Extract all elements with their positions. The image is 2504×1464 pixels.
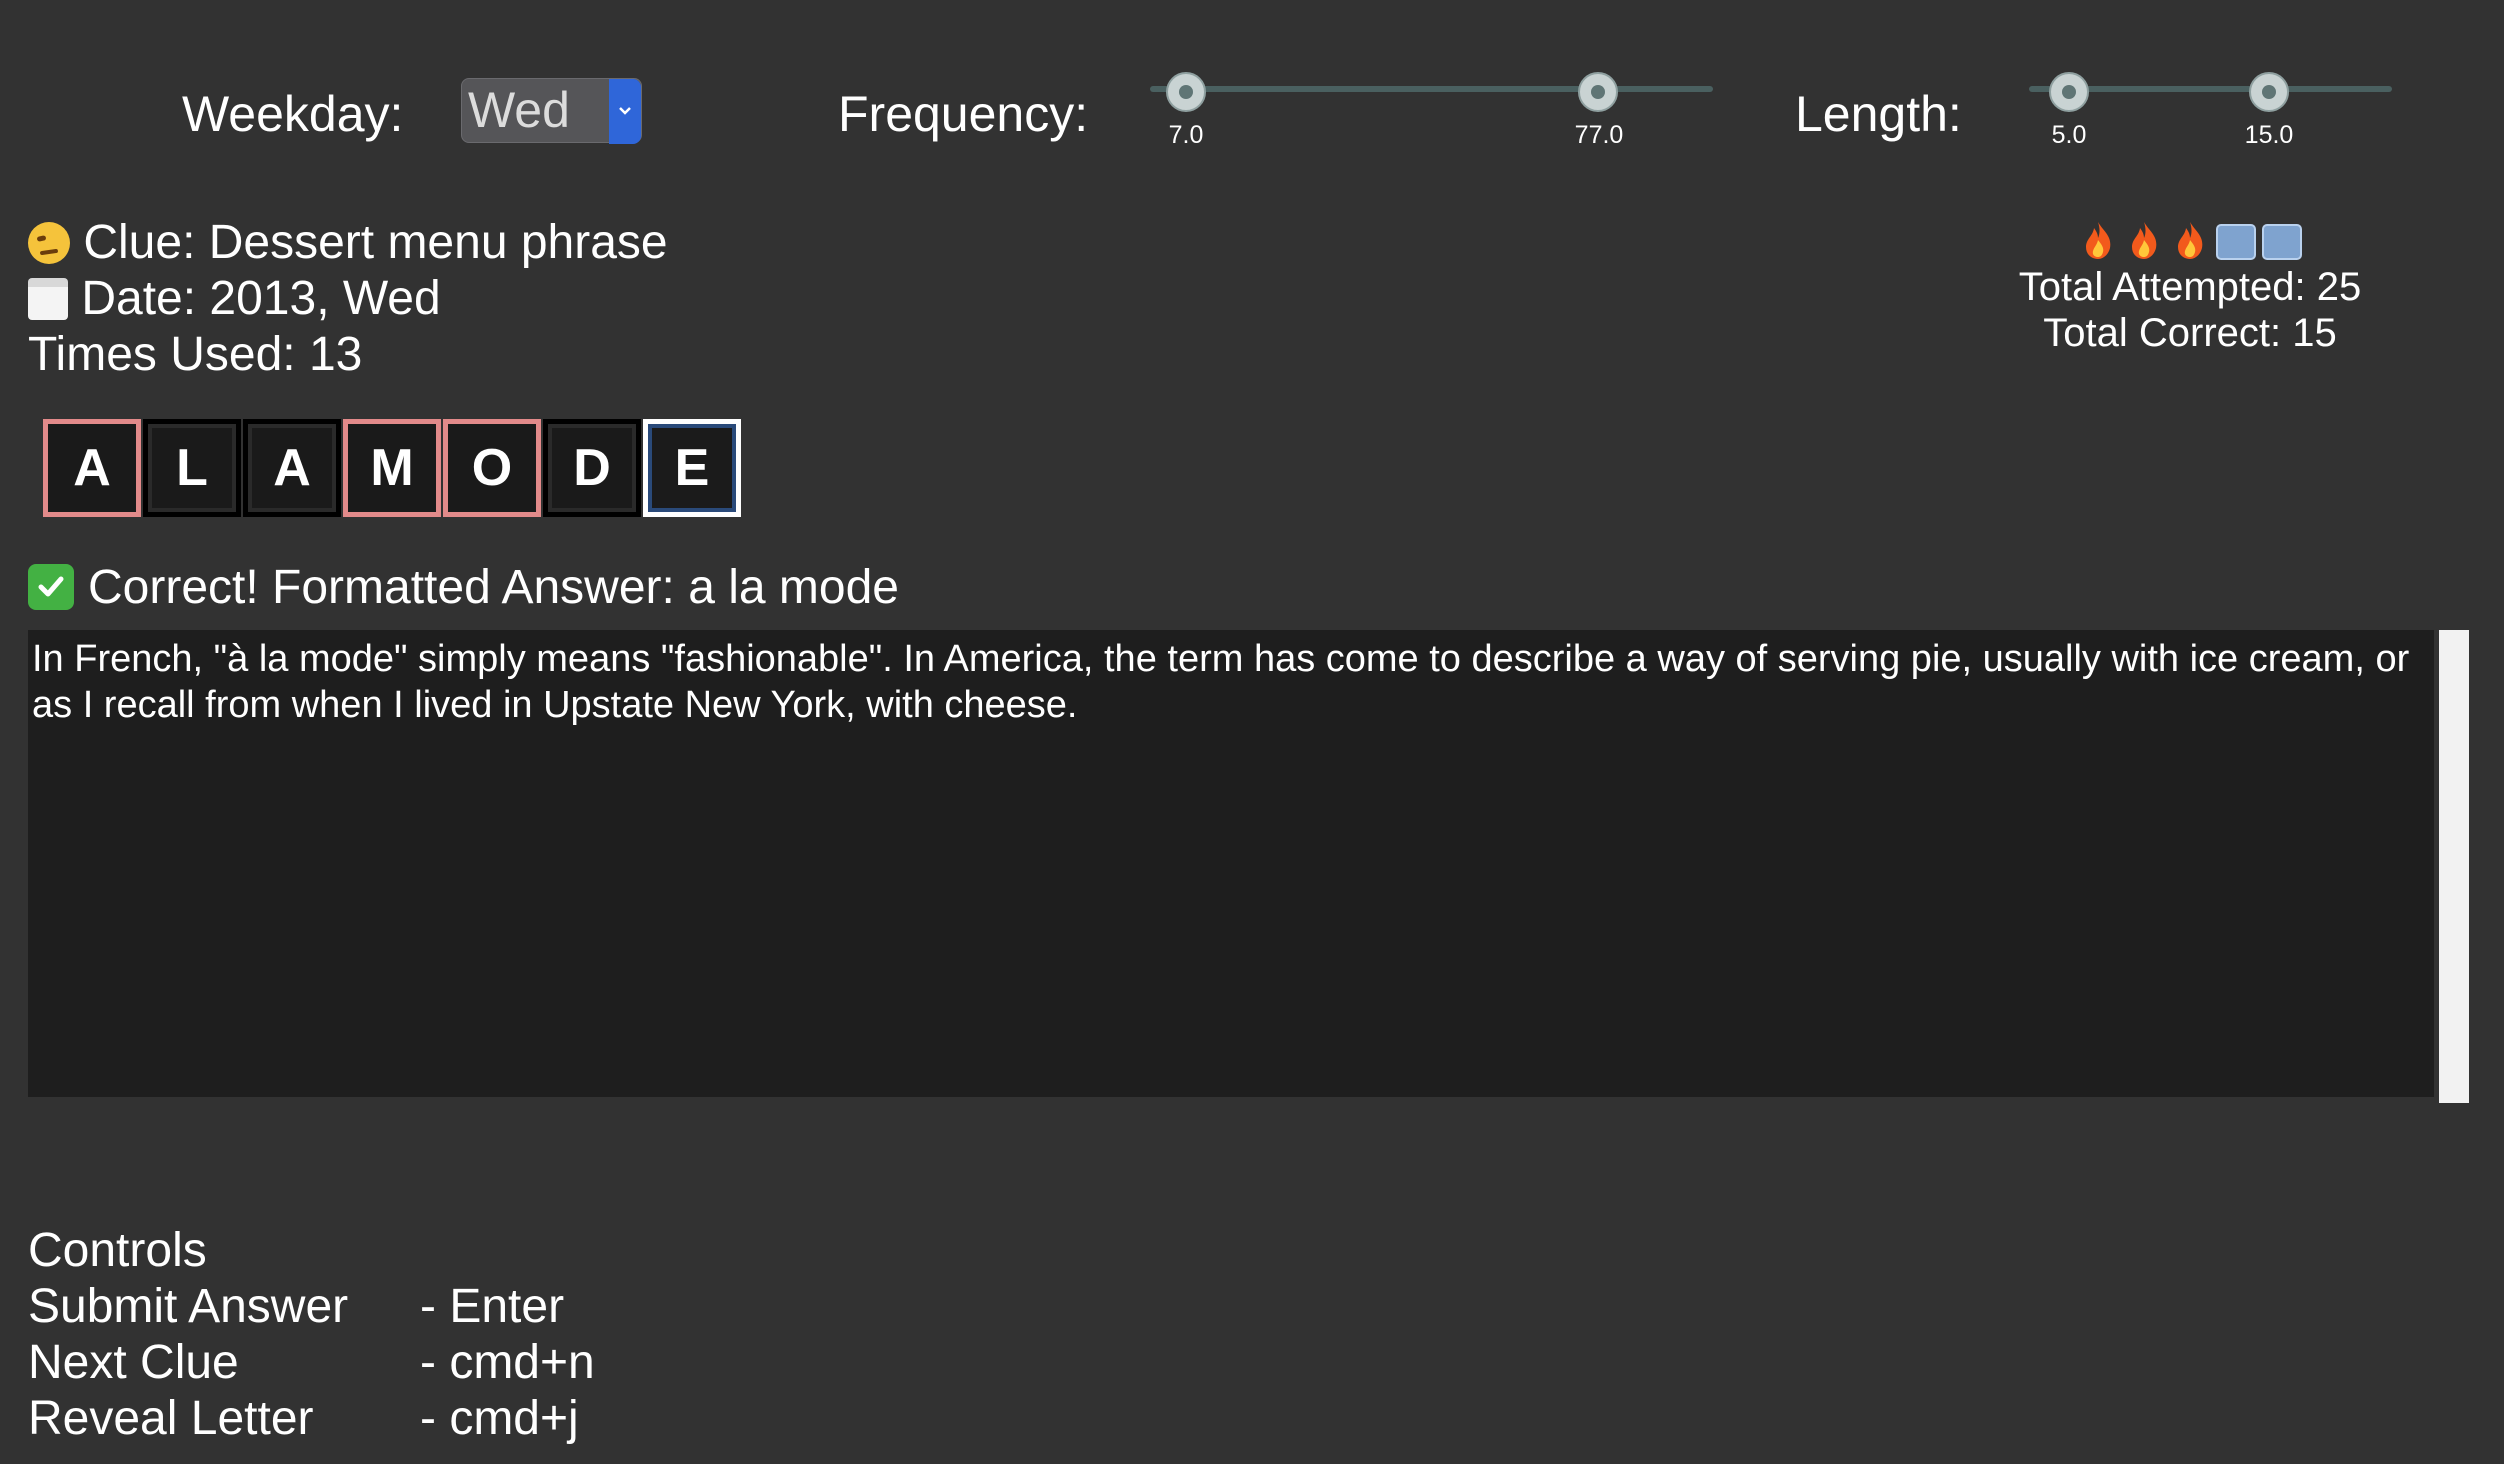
control-action: Reveal Letter <box>28 1392 314 1445</box>
chevron-down-icon[interactable] <box>609 79 641 144</box>
result-line: Correct! Formatted Answer: a la mode <box>28 560 899 616</box>
frequency-slider-track[interactable] <box>1150 86 1713 92</box>
fire-icon <box>2170 220 2210 260</box>
answer-tiles: A L A M O D E <box>43 419 743 517</box>
frequency-min-value: 7.0 <box>1168 121 1204 149</box>
weekday-select[interactable]: Wed <box>461 78 642 144</box>
control-action: Submit Answer <box>28 1280 349 1333</box>
fire-icon <box>2124 220 2164 260</box>
ice-cube-icon <box>2262 224 2302 260</box>
calendar-icon <box>28 278 68 320</box>
explanation-scrollbar[interactable] <box>2439 630 2469 1103</box>
clue-line: Clue: Dessert menu phrase <box>28 215 668 271</box>
frequency-max-value: 77.0 <box>1574 121 1624 149</box>
date-line: Date: 2013, Wed <box>28 271 668 327</box>
letter-tile[interactable]: L <box>143 419 241 517</box>
frequency-range-slider[interactable]: 7.0 77.0 <box>1150 72 1715 152</box>
letter-tile[interactable]: O <box>443 419 541 517</box>
control-key: - cmd+n <box>420 1336 595 1389</box>
weekday-select-value: Wed <box>468 82 570 138</box>
length-range-slider[interactable]: 5.0 15.0 <box>2029 72 2393 152</box>
length-label: Length: <box>1795 86 1962 142</box>
control-key: - cmd+j <box>420 1392 579 1445</box>
streak-indicator <box>2010 220 2370 264</box>
clue-text: Clue: Dessert menu phrase <box>83 216 668 269</box>
total-correct: Total Correct: 15 <box>2043 311 2337 355</box>
length-max-value: 15.0 <box>2244 121 2294 149</box>
controls-title: Controls <box>28 1224 207 1277</box>
letter-tile[interactable]: A <box>243 419 341 517</box>
times-used: Times Used: 13 <box>28 328 363 381</box>
frequency-max-thumb[interactable] <box>1578 72 1618 112</box>
length-min-thumb[interactable] <box>2049 72 2089 112</box>
ice-cube-icon <box>2216 224 2256 260</box>
clue-info: Clue: Dessert menu phrase Date: 2013, We… <box>28 215 668 383</box>
frequency-min-thumb[interactable] <box>1166 72 1206 112</box>
letter-tile[interactable]: M <box>343 419 441 517</box>
control-row: Submit Answer - Enter <box>28 1279 595 1335</box>
control-row: Next Clue - cmd+n <box>28 1335 595 1391</box>
stats-panel: Total Attempted: 25 Total Correct: 15 <box>2010 220 2370 356</box>
letter-tile[interactable]: E <box>643 419 741 517</box>
control-action: Next Clue <box>28 1336 239 1389</box>
fire-icon <box>2078 220 2118 260</box>
total-attempted: Total Attempted: 25 <box>2018 265 2362 309</box>
weekday-label: Weekday: <box>182 86 404 142</box>
length-max-thumb[interactable] <box>2249 72 2289 112</box>
explanation-textarea[interactable]: In French, "à la mode" simply means "fas… <box>28 630 2434 1097</box>
letter-tile[interactable]: A <box>43 419 141 517</box>
letter-tile[interactable]: D <box>543 419 641 517</box>
date-text: Date: 2013, Wed <box>81 272 441 325</box>
result-text: Correct! Formatted Answer: a la mode <box>88 561 899 614</box>
control-row: Reveal Letter - cmd+j <box>28 1391 595 1447</box>
length-min-value: 5.0 <box>2051 121 2087 149</box>
control-key: - Enter <box>420 1280 565 1333</box>
frequency-label: Frequency: <box>838 86 1089 142</box>
raised-eyebrow-face-icon <box>28 222 70 264</box>
check-mark-icon <box>28 564 74 610</box>
controls-help: Controls Submit Answer - Enter Next Clue… <box>28 1223 595 1447</box>
